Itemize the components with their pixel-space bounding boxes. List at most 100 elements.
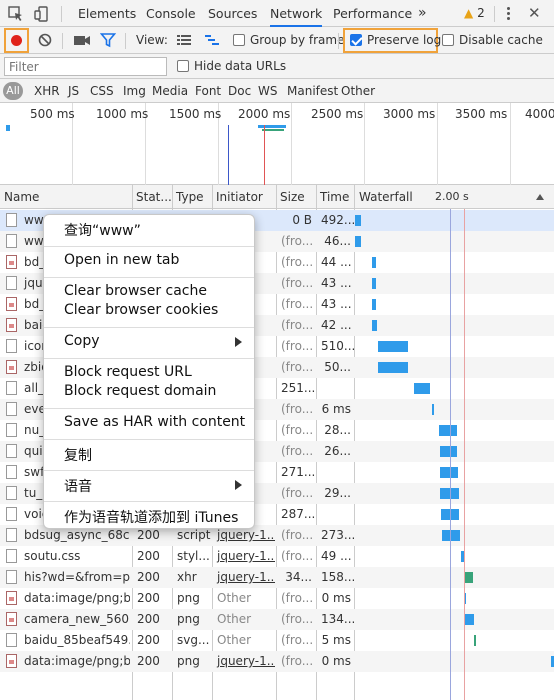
document-file-icon (6, 339, 17, 353)
cell-initiator[interactable]: jquery-1... (213, 567, 275, 588)
request-row[interactable]: soutu.css 200 styl... jquery-1... (fro... 49 … (0, 546, 554, 567)
overview-request-bar (258, 125, 286, 128)
menu-item-lookup[interactable]: 查询“www” (64, 220, 141, 240)
cell-initiator[interactable]: jquery-1... (213, 651, 275, 672)
type-filter-xhr[interactable]: XHR (34, 82, 60, 100)
tab-elements[interactable]: Elements (78, 0, 136, 27)
column-header-waterfall[interactable]: Waterfall (355, 185, 435, 209)
timeline-tick-label: 3000 ms (383, 107, 436, 121)
timeline-gridline (291, 103, 292, 185)
cell-type: svg... (177, 633, 210, 647)
type-filter-css[interactable]: CSS (90, 82, 114, 100)
request-row[interactable]: baidu_85beaf549... 200 svg... Other (fro... 5… (0, 630, 554, 651)
cell-initiator: Other (217, 591, 252, 605)
tab-network[interactable]: Network (270, 0, 323, 27)
large-rows-icon[interactable] (176, 32, 192, 48)
request-row[interactable]: data:image/png;b... 200 png Other (fro... 0 m… (0, 588, 554, 609)
column-header-type[interactable]: Type (172, 185, 212, 209)
menu-item-clear-browser-cache[interactable]: Clear browser cache (64, 283, 207, 299)
request-row[interactable]: his?wd=&from=p... 200 xhr jquery-1... 34... 1… (0, 567, 554, 588)
column-header-name[interactable]: Name (0, 185, 132, 209)
cell-size: (fro... (281, 255, 314, 269)
warnings-badge[interactable]: ▲ 2 (464, 0, 485, 27)
menu-item-block-request-domain[interactable]: Block request domain (64, 383, 216, 399)
request-row[interactable]: data:image/png;b... 200 png jquery-1... (fro… (0, 651, 554, 672)
tab-divider (61, 6, 62, 22)
type-filter-manifest[interactable]: Manifest (287, 82, 338, 100)
group-by-frame-checkbox[interactable] (233, 34, 245, 46)
menu-item-copy-chinese[interactable]: 复制 (64, 445, 92, 465)
cell-size: (fro... (281, 486, 314, 500)
type-filter-ws[interactable]: WS (258, 82, 277, 100)
timeline-tick-label: 4000 (525, 107, 554, 121)
document-file-icon (6, 213, 17, 227)
document-file-icon (6, 276, 17, 290)
timeline-tick-label: 2000 ms (238, 107, 291, 121)
menu-item-add-to-itunes[interactable]: 作为语音轨道添加到 iTunes (64, 507, 238, 527)
waterfall-bar (442, 530, 460, 541)
cell-size: 287... (281, 507, 315, 521)
cell-time: 273... (321, 528, 354, 542)
toolbar-divider (125, 33, 126, 49)
record-button[interactable] (11, 35, 22, 46)
type-filter-other[interactable]: Other (341, 82, 375, 100)
warnings-count: 2 (477, 6, 485, 20)
column-header-time[interactable]: Time (316, 185, 354, 209)
document-file-icon (6, 402, 17, 416)
type-filter-js[interactable]: JS (68, 82, 79, 100)
cell-size: (fro... (281, 633, 314, 647)
document-file-icon (6, 507, 17, 521)
image-file-icon (6, 255, 17, 269)
preserve-log-checkbox[interactable] (350, 34, 362, 46)
tab-console[interactable]: Console (146, 0, 196, 27)
close-devtools-icon[interactable]: ✕ (528, 4, 541, 22)
cell-time: 5 ms (321, 633, 351, 647)
type-filter-media[interactable]: Media (152, 82, 188, 100)
type-filter-all[interactable]: All (3, 82, 23, 100)
menu-item-speech[interactable]: 语音 (64, 476, 92, 496)
image-file-icon (6, 297, 17, 311)
cell-time: 28... (324, 423, 351, 437)
tab-sources[interactable]: Sources (208, 0, 257, 27)
preserve-log-label: Preserve log (367, 33, 442, 47)
column-header-initiator[interactable]: Initiator (212, 185, 276, 209)
timeline-tick-label: 1000 ms (96, 107, 149, 121)
filter-funnel-icon[interactable] (100, 32, 116, 48)
filter-bar: Hide data URLs (0, 54, 554, 79)
view-label: View: (136, 33, 168, 47)
tab-performance[interactable]: Performance (333, 0, 412, 27)
menu-item-clear-browser-cookies[interactable]: Clear browser cookies (64, 302, 218, 318)
overview-waterfall-icon[interactable] (204, 32, 220, 48)
menu-item-block-request-url[interactable]: Block request URL (64, 364, 192, 380)
cell-name: baidu_85beaf549... (24, 633, 130, 647)
sort-ascending-icon[interactable] (536, 194, 544, 200)
menu-separator (44, 408, 254, 409)
column-header-size[interactable]: Size (276, 185, 316, 209)
hide-data-urls-label: Hide data URLs (194, 59, 287, 73)
resource-type-filters: All XHR JS CSS Img Media Font Doc WS Man… (0, 79, 554, 103)
cell-status: 200 (137, 591, 160, 605)
type-filter-font[interactable]: Font (195, 82, 221, 100)
clear-icon[interactable] (37, 32, 53, 48)
device-toolbar-icon[interactable] (34, 6, 50, 22)
menu-item-save-har[interactable]: Save as HAR with content (64, 414, 245, 430)
document-file-icon (6, 465, 17, 479)
request-row[interactable]: camera_new_560... 200 png Other (fro... 134..… (0, 609, 554, 630)
cell-initiator[interactable]: jquery-1... (213, 546, 275, 567)
hide-data-urls-checkbox[interactable] (177, 60, 189, 72)
waterfall-bar (440, 467, 458, 478)
inspect-element-icon[interactable] (8, 6, 24, 22)
more-options-icon[interactable] (504, 5, 512, 21)
filter-input[interactable] (4, 57, 167, 76)
column-header-status[interactable]: Stat... (132, 185, 172, 209)
cell-time: 158... (321, 570, 354, 584)
more-tabs-chevron-icon[interactable]: » (418, 0, 427, 27)
screenshot-camera-icon[interactable] (73, 32, 91, 48)
type-filter-img[interactable]: Img (123, 82, 146, 100)
disable-cache-checkbox[interactable] (442, 34, 454, 46)
network-overview-timeline[interactable]: 500 ms 1000 ms 1500 ms 2000 ms 2500 ms 3… (0, 103, 554, 185)
menu-item-open-new-tab[interactable]: Open in new tab (64, 252, 179, 268)
type-filter-doc[interactable]: Doc (228, 82, 251, 100)
cell-type: png (177, 591, 200, 605)
menu-item-copy[interactable]: Copy (64, 333, 100, 349)
